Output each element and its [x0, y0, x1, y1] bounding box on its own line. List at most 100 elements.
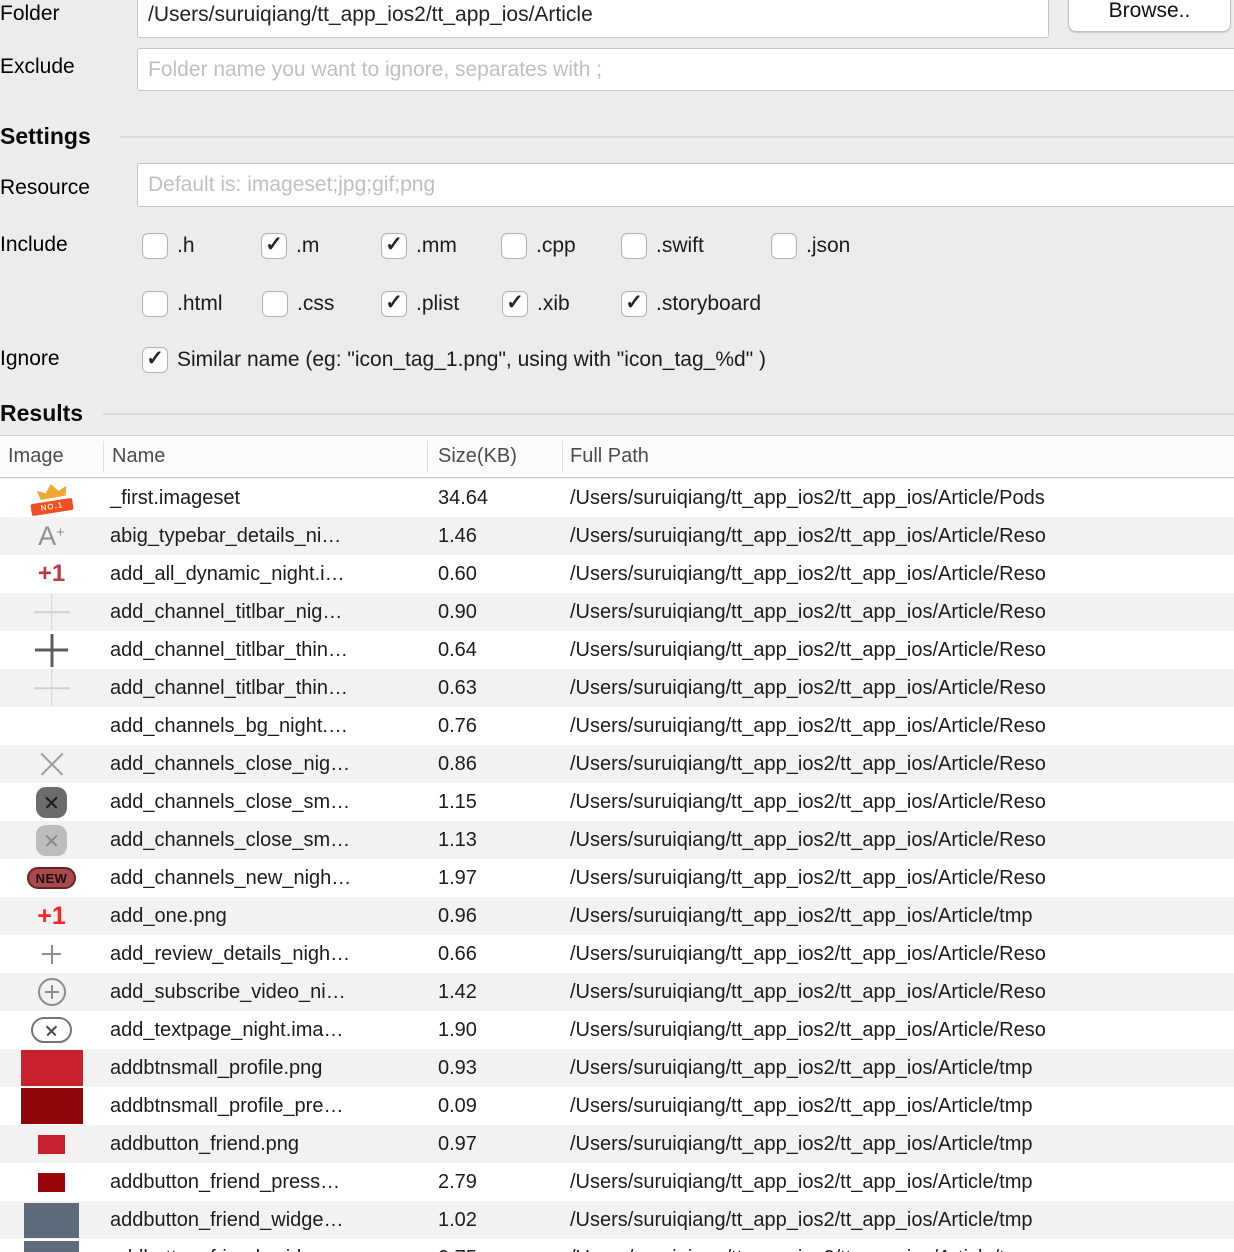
table-row[interactable]: addbutton_friend_widge… 1.02/Users/suruiq… — [0, 1201, 1234, 1239]
resource-size: 1.46 — [438, 524, 477, 547]
table-row[interactable]: addbutton_friend.png 0.97/Users/suruiqian… — [0, 1125, 1234, 1163]
table-row[interactable]: add_channel_titlbar_thin… 0.64/Users/suru… — [0, 631, 1234, 669]
resource-name: addbtnsmall_profile.png — [110, 1056, 323, 1079]
checkbox-html[interactable]: ✓ .html — [142, 290, 223, 317]
resource-name: add_one.png — [110, 904, 227, 927]
resource-name: add_channel_titlbar_nig… — [110, 600, 343, 623]
resource-size: 0.66 — [438, 942, 477, 965]
checkbox-label: .plist — [416, 291, 460, 315]
resource-thumbnail — [0, 1017, 103, 1043]
checkbox-mm[interactable]: ✓ .mm — [381, 232, 457, 259]
checkbox-h[interactable]: ✓ .h — [142, 232, 195, 259]
table-row[interactable]: NEW add_channels_new_nigh… 1.97/Users/suru… — [0, 859, 1234, 897]
resource-name: _first.imageset — [110, 486, 241, 509]
table-row[interactable]: add_channels_close_sm… 1.13/Users/suruiqi… — [0, 821, 1234, 859]
checkbox-storyboard[interactable]: ✓ .storyboard — [621, 290, 761, 317]
new-badge-icon: NEW — [27, 867, 76, 889]
plus-icon — [42, 945, 61, 964]
a-plus-icon: A+ — [38, 520, 65, 551]
resource-size: 0.93 — [438, 1056, 477, 1079]
resource-size: 1.13 — [438, 828, 477, 851]
checkbox-label: Similar name (eg: "icon_tag_1.png", usin… — [177, 347, 766, 371]
table-row[interactable]: add_channels_bg_night.… 0.76/Users/suruiq… — [0, 707, 1234, 745]
resource-size: 0.86 — [438, 752, 477, 775]
table-row[interactable]: add_textpage_night.ima… 1.90/Users/suruiq… — [0, 1011, 1234, 1049]
table-row[interactable]: addbutton_friend_widge…0.75/Users/suruiq… — [0, 1239, 1234, 1252]
resource-path: /Users/suruiqiang/tt_app_ios2/tt_app_ios… — [570, 562, 1046, 585]
resource-thumbnail — [0, 1134, 103, 1154]
resource-name: add_channel_titlbar_thin… — [110, 638, 348, 661]
table-row[interactable]: NO.1 _first.imageset 34.64/Users/suruiqian… — [0, 479, 1234, 517]
resource-thumbnail: NO.1 — [0, 484, 103, 516]
column-divider[interactable] — [562, 441, 563, 472]
table-row[interactable]: +1 add_all_dynamic_night.i… 0.60/Users/sur… — [0, 555, 1234, 593]
checkbox-label: .storyboard — [656, 291, 762, 315]
checkbox-json[interactable]: ✓ .json — [771, 232, 850, 259]
checkbox-m[interactable]: ✓ .m — [261, 232, 319, 259]
table-row[interactable]: add_channels_close_sm… 1.15/Users/suruiqi… — [0, 783, 1234, 821]
table-row[interactable]: add_subscribe_video_ni… 1.42/Users/suruiq… — [0, 973, 1234, 1011]
column-divider[interactable] — [103, 441, 104, 472]
exclude-input[interactable] — [137, 48, 1234, 91]
slate-swatch-icon — [24, 1240, 79, 1252]
resource-thumbnail — [0, 1202, 103, 1238]
results-divider — [103, 413, 1234, 415]
checkbox-xib[interactable]: ✓ .xib — [502, 290, 570, 317]
exclude-label: Exclude — [0, 55, 75, 78]
table-row[interactable]: +1 add_one.png 0.96/Users/suruiqiang/tt_ap… — [0, 897, 1234, 935]
resource-thumbnail — [0, 824, 103, 856]
plus-circle-icon — [37, 978, 66, 1006]
close-pill-icon — [31, 1017, 72, 1043]
column-divider[interactable] — [427, 441, 428, 472]
results-table-body: NO.1 _first.imageset 34.64/Users/suruiqian… — [0, 479, 1234, 1252]
resource-thumbnail: A+ — [0, 520, 103, 551]
resource-thumbnail — [0, 978, 103, 1006]
resource-name: add_channels_bg_night.… — [110, 714, 348, 737]
resource-name: add_subscribe_video_ni… — [110, 980, 346, 1003]
resource-path: /Users/suruiqiang/tt_app_ios2/tt_app_ios… — [570, 790, 1046, 813]
resource-size: 0.97 — [438, 1132, 477, 1155]
browse-button[interactable]: Browse.. — [1068, 0, 1231, 32]
table-row[interactable]: addbtnsmall_profile.png 0.93/Users/suruiq… — [0, 1049, 1234, 1087]
resource-size: 34.64 — [438, 486, 489, 509]
column-header-size[interactable]: Size(KB) — [438, 436, 517, 477]
checkbox-label: .xib — [537, 291, 570, 315]
checkbox-label: .swift — [656, 233, 704, 257]
resource-path: /Users/suruiqiang/tt_app_ios2/tt_app_ios… — [570, 1018, 1046, 1041]
column-header-name[interactable]: Name — [112, 436, 165, 477]
ribbon-icon: NO.1 — [29, 497, 74, 516]
table-row[interactable]: add_review_details_nigh… 0.66/Users/surui… — [0, 935, 1234, 973]
folder-input[interactable] — [137, 0, 1049, 38]
crown-ribbon-icon: NO.1 — [28, 484, 76, 516]
red-swatch-icon — [38, 1134, 65, 1154]
table-row[interactable]: add_channel_titlbar_thin… 0.63/Users/suru… — [0, 669, 1234, 707]
resource-path: /Users/suruiqiang/tt_app_ios2/tt_app_ios… — [570, 638, 1046, 661]
resource-size: 2.79 — [438, 1170, 477, 1193]
column-header-fullpath[interactable]: Full Path — [570, 436, 649, 477]
table-row[interactable]: add_channel_titlbar_nig… 0.90/Users/surui… — [0, 593, 1234, 631]
include-label: Include — [0, 233, 68, 256]
resource-size: 1.90 — [438, 1018, 477, 1041]
resource-name: add_textpage_night.ima… — [110, 1018, 344, 1041]
table-row[interactable]: A+ abig_typebar_details_ni… 1.46/Users/sur… — [0, 517, 1234, 555]
checkbox-box: ✓ — [142, 346, 168, 373]
check-icon: ✓ — [506, 291, 524, 314]
resource-input[interactable] — [137, 163, 1234, 207]
red-swatch-icon — [20, 1050, 83, 1086]
results-section-title: Results — [0, 400, 84, 426]
checkbox-plist[interactable]: ✓ .plist — [381, 290, 459, 317]
table-row[interactable]: add_channels_close_nig… 0.86/Users/suruiq… — [0, 745, 1234, 783]
checkbox-similarnameegicontag1pngusingwithicontagd[interactable]: ✓ Similar name (eg: "icon_tag_1.png", usi… — [142, 346, 766, 373]
checkbox-cpp[interactable]: ✓ .cpp — [501, 232, 576, 259]
checkbox-box: ✓ — [621, 290, 647, 317]
resource-size: 1.15 — [438, 790, 477, 813]
column-header-image[interactable]: Image — [8, 436, 64, 477]
resource-size: 0.76 — [438, 714, 477, 737]
checkbox-swift[interactable]: ✓ .swift — [621, 232, 704, 259]
table-row[interactable]: addbutton_friend_press… 2.79/Users/suruiq… — [0, 1163, 1234, 1201]
checkbox-css[interactable]: ✓ .css — [262, 290, 334, 317]
table-row[interactable]: addbtnsmall_profile_pre… 0.09/Users/surui… — [0, 1087, 1234, 1125]
resource-name: add_review_details_nigh… — [110, 942, 351, 965]
resource-path: /Users/suruiqiang/tt_app_ios2/tt_app_ios… — [570, 1056, 1033, 1079]
resource-size: 1.02 — [438, 1208, 477, 1231]
